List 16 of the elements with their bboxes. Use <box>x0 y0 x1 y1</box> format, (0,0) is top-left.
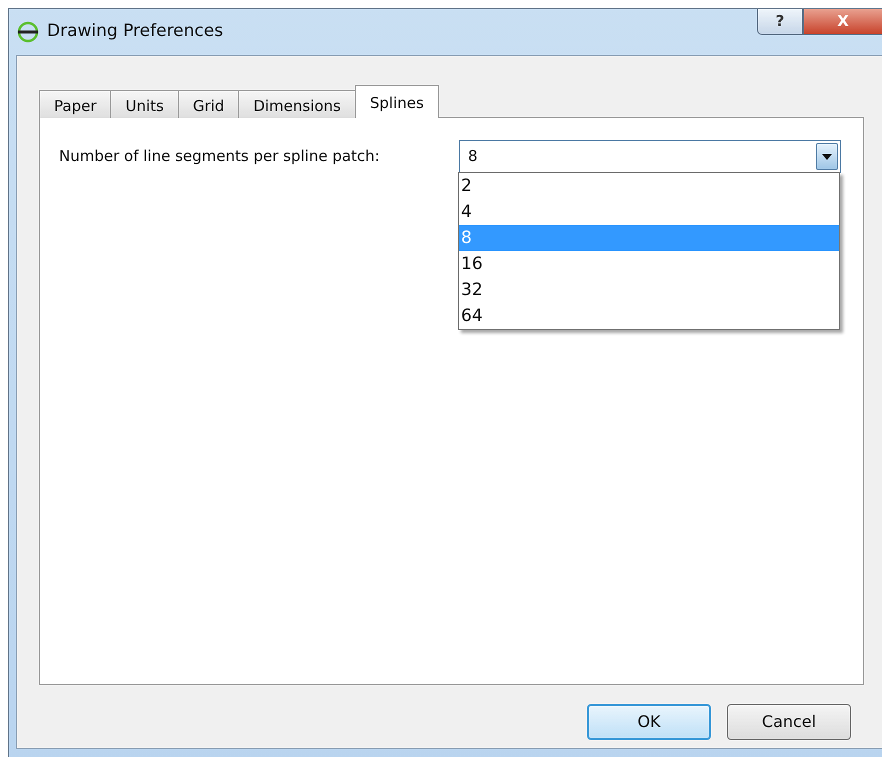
tab[interactable]: Paper <box>39 90 112 118</box>
dropdown-option[interactable]: 2 <box>459 173 839 199</box>
dropdown-option[interactable]: 32 <box>459 277 839 303</box>
dialog-button[interactable]: OK <box>587 704 711 740</box>
tab[interactable]: Units <box>110 90 179 118</box>
dropdown-option[interactable]: 64 <box>459 303 839 329</box>
dropdown-option[interactable]: 16 <box>459 251 839 277</box>
dropdown-option[interactable]: 4 <box>459 199 839 225</box>
app-logo-icon <box>17 21 39 43</box>
tab[interactable]: Grid <box>178 90 240 118</box>
field-label: Number of line segments per spline patch: <box>59 146 381 167</box>
help-button[interactable]: ? <box>757 9 803 35</box>
dialog-button[interactable]: Cancel <box>727 704 851 740</box>
tab[interactable]: Splines <box>354 85 439 118</box>
window-title: Drawing Preferences <box>47 20 224 44</box>
tab[interactable]: Dimensions <box>238 90 356 118</box>
